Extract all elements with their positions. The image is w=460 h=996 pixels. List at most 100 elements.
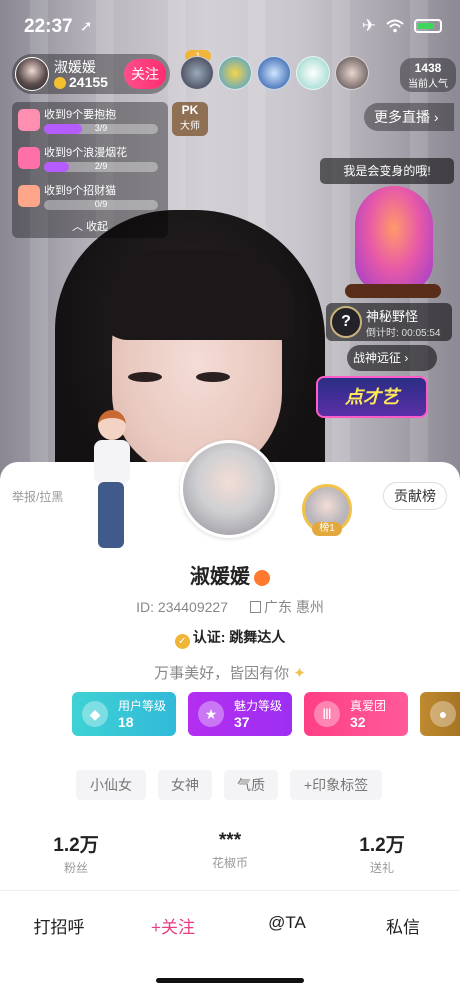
avatar-3d-figure[interactable] <box>86 410 136 548</box>
host-avatar[interactable] <box>15 57 49 91</box>
gift-tasks-panel: 收到9个要抱抱 3/9 收到9个浪漫烟花 2/9 收到9个招财猫 0/9 ︿ 收… <box>12 102 168 238</box>
more-live-button[interactable]: 更多直播 › <box>364 103 454 131</box>
fans-stat[interactable]: 1.2万 粉丝 <box>16 830 136 876</box>
profile-card: 举报/拉黑 榜1 贡献榜 淑媛媛 ID: 234409227 广东 惠州 ✓ 认证:… <box>0 410 460 996</box>
figure-legs <box>98 482 124 548</box>
badge-label: 用户等级 <box>118 699 167 713</box>
viewer-avatar[interactable] <box>296 56 330 90</box>
host-coins: 24155 <box>69 74 108 90</box>
sparkle-icon: ✦ <box>289 665 306 682</box>
monster-name: 神秘野怪 <box>366 309 419 324</box>
profile-avatar[interactable] <box>180 440 278 538</box>
report-block-link[interactable]: 举报/拉黑 <box>12 488 63 505</box>
follow-profile-button[interactable]: +关注 <box>118 913 228 938</box>
monster-pedestal <box>345 284 441 298</box>
add-impression-tag-button[interactable]: +印象标签 <box>290 770 382 800</box>
guardian-badge[interactable]: ● <box>420 692 460 736</box>
stat-label: 粉丝 <box>63 861 88 875</box>
task-item[interactable]: 收到9个浪漫烟花 2/9 <box>16 144 164 178</box>
airplane-icon: ✈ <box>361 16 376 35</box>
request-talent-button[interactable]: 点才艺 <box>316 376 428 418</box>
stat-value: *** <box>218 830 242 851</box>
stat-value: 1.2万 <box>53 835 99 856</box>
battery-icon <box>414 19 442 33</box>
chevron-up-icon: ︿ <box>71 221 83 233</box>
signature-line: 万事美好，皆因有你 ✦ <box>0 662 460 683</box>
contribution-ranking-button[interactable]: 贡献榜 <box>383 482 447 510</box>
badge-label: 魅力等级 <box>234 699 283 713</box>
task-progress-track: 0/9 <box>44 199 158 210</box>
fan-club-badge[interactable]: Ⅲ 真爱团 32 <box>304 692 408 736</box>
hug-gift-icon <box>18 109 40 131</box>
top-fan-rank-tag: 榜1 <box>312 522 342 536</box>
follow-button[interactable]: 关注 <box>124 59 166 89</box>
user-id: ID: 234409227 <box>136 599 228 615</box>
popularity-label: 当前人气 <box>408 79 448 90</box>
viewer-avatar[interactable] <box>180 56 214 90</box>
impression-tag[interactable]: 气质 <box>224 770 278 800</box>
figure-head <box>98 410 126 440</box>
host-chip[interactable]: 淑媛媛 24155 关注 <box>12 54 170 94</box>
streamer-eye-right <box>196 372 230 382</box>
mystery-monster-panel[interactable]: ? 神秘野怪 倒计时: 00:05:54 <box>326 303 452 341</box>
streamer-eye-left <box>128 372 162 382</box>
firework-gift-icon <box>18 147 40 169</box>
verification-line: ✓ 认证: 跳舞达人 <box>0 627 460 649</box>
location-arrow-icon: ➚ <box>80 18 93 35</box>
status-icons: ✈ <box>362 16 442 36</box>
impression-tag[interactable]: 小仙女 <box>76 770 146 800</box>
task-item[interactable]: 收到9个招财猫 0/9 <box>16 182 164 216</box>
badge-label: 真爱团 <box>350 699 387 713</box>
task-progress-track: 2/9 <box>44 161 158 172</box>
popularity-counter[interactable]: 1438 当前人气 <box>400 58 456 92</box>
signature-text: 万事美好，皆因有你 <box>154 665 290 682</box>
streamer-bangs <box>100 250 295 340</box>
task-label: 收到9个浪漫烟花 <box>44 147 128 159</box>
diamond-icon: ◆ <box>82 701 108 727</box>
collapse-tasks-button[interactable]: ︿ 收起 <box>12 218 168 234</box>
building-icon <box>249 601 261 613</box>
stat-label: 送礼 <box>369 861 394 875</box>
pk-title: PK <box>181 103 199 117</box>
viewer-avatar[interactable] <box>218 56 252 90</box>
badge-level: 37 <box>234 714 250 730</box>
charm-level-badge[interactable]: ★ 魅力等级 37 <box>188 692 292 736</box>
task-progress-track: 3/9 <box>44 123 158 134</box>
monster-speech-bubble: 我是会变身的哦! <box>320 158 454 184</box>
task-item[interactable]: 收到9个要抱抱 3/9 <box>16 106 164 140</box>
star-icon: ★ <box>198 701 224 727</box>
monster-egg-image[interactable] <box>355 186 433 292</box>
location-text: 广东 惠州 <box>263 599 324 615</box>
home-indicator[interactable] <box>156 978 304 983</box>
id-location-line: ID: 234409227 广东 惠州 <box>0 597 460 617</box>
task-progress-text: 3/9 <box>94 123 108 133</box>
badge-level: 18 <box>118 714 134 730</box>
stats-row: 1.2万 粉丝 *** 花椒币 1.2万 送礼 <box>0 830 460 876</box>
gifts-sent-stat[interactable]: 1.2万 送礼 <box>322 830 442 876</box>
lucky-cat-gift-icon <box>18 185 40 207</box>
monster-timer: 倒计时: 00:05:54 <box>366 328 441 339</box>
mention-button[interactable]: @TA <box>232 913 342 933</box>
task-label: 收到9个要抱抱 <box>44 109 117 121</box>
status-bar: 22:37 ➚ ✈ <box>0 0 460 48</box>
wifi-icon <box>386 19 404 33</box>
verified-badge-icon: ✓ <box>174 634 190 649</box>
level-badges-row: ◆ 用户等级 18 ★ 魅力等级 37 Ⅲ 真爱团 32 ● <box>72 692 460 738</box>
profile-name-line: 淑媛媛 <box>0 560 460 589</box>
impression-tag[interactable]: 女神 <box>158 770 212 800</box>
task-progress-text: 0/9 <box>94 199 108 209</box>
viewer-avatar[interactable] <box>257 56 291 90</box>
viewer-avatar[interactable] <box>335 56 369 90</box>
user-level-badge[interactable]: ◆ 用户等级 18 <box>72 692 176 736</box>
war-god-expedition-button[interactable]: 战神远征 › <box>347 345 437 371</box>
profile-actions-row: 打招呼 +关注 @TA 私信 <box>0 890 460 952</box>
greet-button[interactable]: 打招呼 <box>4 913 114 938</box>
coins-stat[interactable]: *** 花椒币 <box>170 830 290 871</box>
pk-master-badge[interactable]: PK 大师 <box>172 102 208 136</box>
badge-level: 32 <box>350 714 366 730</box>
verification-text: 认证: 跳舞达人 <box>192 629 286 645</box>
profile-name: 淑媛媛 <box>190 566 250 588</box>
popularity-count: 1438 <box>414 61 442 75</box>
gender-icon <box>254 569 270 586</box>
private-message-button[interactable]: 私信 <box>348 913 458 938</box>
